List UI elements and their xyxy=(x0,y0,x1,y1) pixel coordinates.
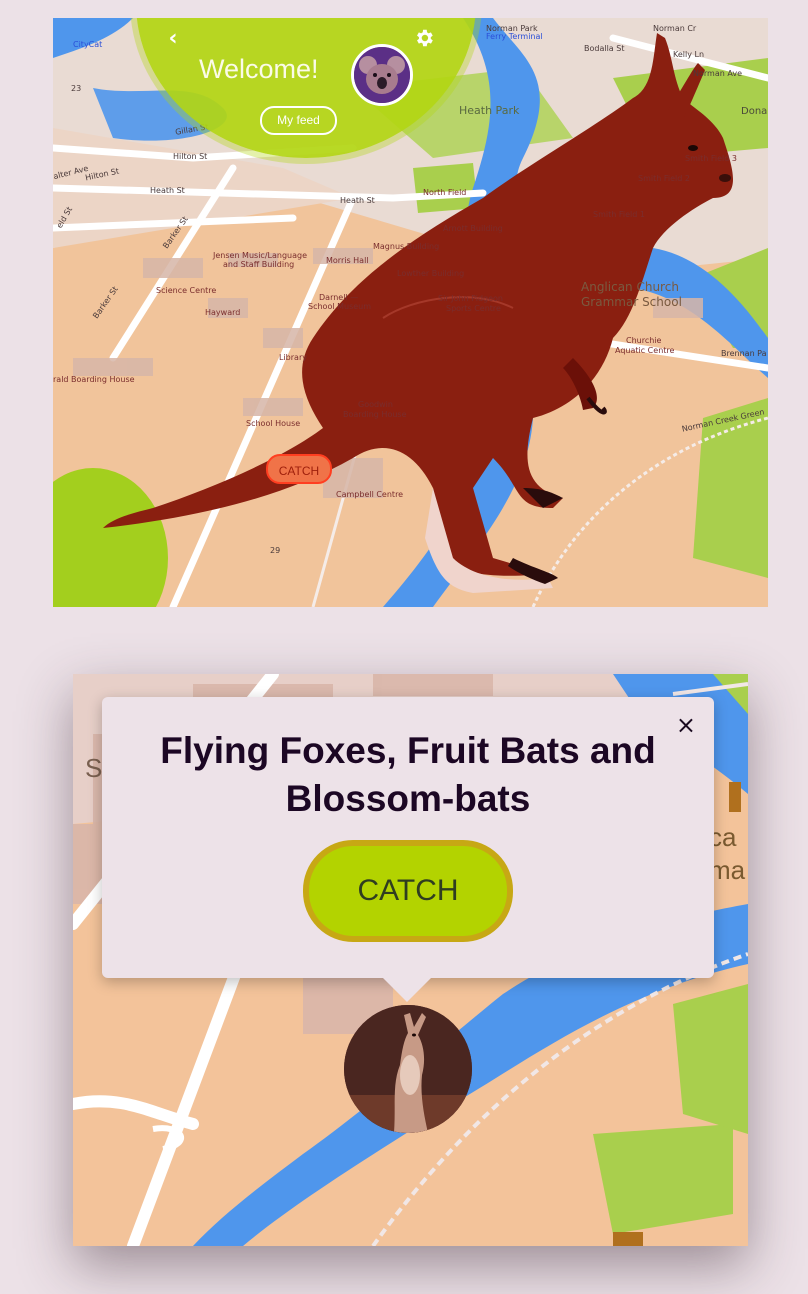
gear-icon xyxy=(417,29,433,47)
map-label-brennan: Brennan Pa xyxy=(721,349,767,358)
map-label-norman-cr: Norman Cr xyxy=(653,24,697,33)
map-label-heath-st-1: Heath St xyxy=(150,186,185,195)
map-label-bodalla-st: Bodalla St xyxy=(584,44,625,53)
kangaroo-photo xyxy=(344,1005,472,1133)
catch-button[interactable]: CATCH xyxy=(303,840,513,942)
map-label-library: Library xyxy=(279,353,307,362)
map-label-ferry-terminal: Ferry Terminal xyxy=(486,32,543,41)
map-label-hayward: Hayward xyxy=(205,308,241,317)
map-label-smith-field-3: Smith Field 3 xyxy=(685,154,737,163)
map-label-pidgeon: Sir John Pidgeon xyxy=(438,294,503,303)
settings-button[interactable] xyxy=(413,27,435,49)
svg-text:S: S xyxy=(85,753,102,783)
map-label-29: 29 xyxy=(270,546,281,555)
avatar[interactable] xyxy=(351,44,413,106)
map-label-smith-field-2: Smith Field 2 xyxy=(638,174,690,183)
map-label-23: 23 xyxy=(71,84,82,93)
map-label-darnell: Darnell — xyxy=(319,293,359,302)
my-feed-button[interactable]: My feed xyxy=(260,106,337,135)
map-label-pidgeon-2: Sports Centre xyxy=(446,304,501,313)
map-label-magnus: Magnus Building xyxy=(373,242,440,251)
animal-name-title: Flying Foxes, Fruit Bats and Blossom-bat… xyxy=(160,730,656,819)
map-label-hilton-st-1: Hilton St xyxy=(173,152,208,161)
top-map-screen: CityCat Norman Park Ferry Terminal Norma… xyxy=(53,18,768,607)
back-button[interactable]: ‹ xyxy=(163,26,183,52)
catch-button-map[interactable]: CATCH xyxy=(266,454,332,484)
map-label-anglican: Anglican Church xyxy=(581,280,679,294)
map-label-north-field: North Field xyxy=(423,188,467,197)
chevron-left-icon: ‹ xyxy=(168,26,178,51)
svg-text:ma: ma xyxy=(709,855,746,885)
kangaroo-map-marker[interactable] xyxy=(344,1005,472,1133)
map-label-jensen: Jensen Music/Language xyxy=(213,251,307,260)
koala-avatar-image xyxy=(354,47,410,103)
popup-pointer xyxy=(383,978,431,1002)
catch-popup-screen: S ca ma × Flying Foxes, Fruit Bats and B… xyxy=(73,674,748,1246)
map-label-smith-field-1: Smith Field 1 xyxy=(593,210,645,219)
map-label-goodwin-2: Boarding House xyxy=(343,410,407,419)
map-label-citycat: CityCat xyxy=(73,40,103,49)
map-label-lowther: Lowther Building xyxy=(397,269,465,278)
map-label-school-house: School House xyxy=(246,419,301,428)
map-label-arnott: Arnott Building xyxy=(443,224,503,233)
animal-popup: × Flying Foxes, Fruit Bats and Blossom-b… xyxy=(102,697,714,978)
welcome-title: Welcome! xyxy=(199,54,319,84)
map-label-boarding-house: rald Boarding House xyxy=(53,375,135,384)
map-label-morris-hall: Morris Hall xyxy=(326,256,369,265)
map-label-goodwin: Goodwin xyxy=(358,400,393,409)
map-label-grammar: Grammar School xyxy=(581,295,682,309)
map-label-kelly-ln: Kelly Ln xyxy=(673,50,705,59)
map-label-campbell-centre: Campbell Centre xyxy=(336,490,404,499)
map-label-school-museum: School Museum xyxy=(308,302,372,311)
map-label-norman-ave: Norman Ave xyxy=(693,69,742,78)
map-label-donald: Donal xyxy=(741,106,768,117)
map-label-science-centre: Science Centre xyxy=(156,286,217,295)
map-label-jensen-2: and Staff Building xyxy=(223,260,295,269)
map-label-aquatic: Aquatic Centre xyxy=(615,346,675,355)
map-label-churchie: Churchie xyxy=(626,336,662,345)
map-label-heath-park: Heath Park xyxy=(459,104,520,117)
map-label-heath-st-2: Heath St xyxy=(340,196,375,205)
